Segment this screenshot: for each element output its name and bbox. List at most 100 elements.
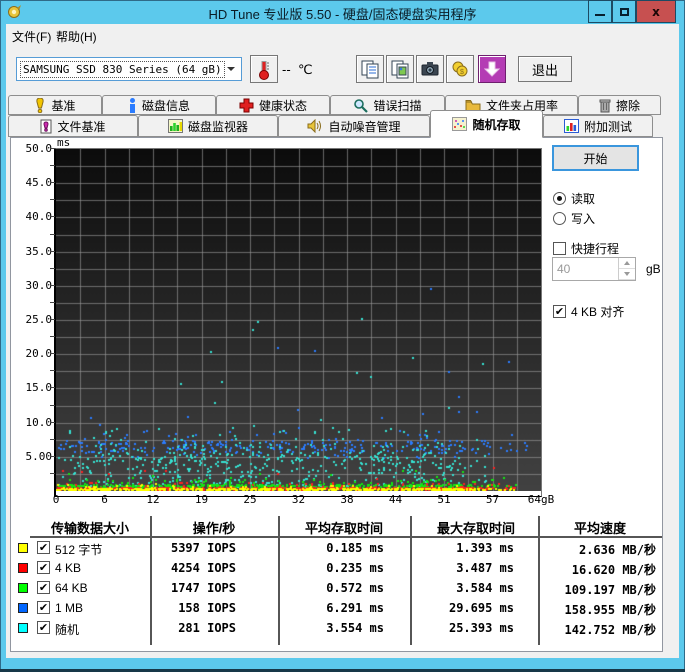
tab-health[interactable]: 健康状态 — [216, 95, 330, 115]
x-axis-tick-label: 0 — [34, 493, 78, 506]
y-axis-tick-label: 15.0 — [20, 381, 52, 394]
tab-error-scan[interactable]: 错误扫描 — [330, 95, 445, 115]
start-button[interactable]: 开始 — [552, 145, 639, 171]
cell-ops: 281 IOPS — [150, 621, 236, 635]
y-axis-tick — [50, 199, 55, 200]
tab-erase[interactable]: 擦除 — [578, 95, 661, 115]
short-stroke-checkbox[interactable]: 快捷行程 — [553, 240, 619, 257]
series-label: 64 KB — [55, 581, 88, 595]
cell-max-access: 25.393 ms — [410, 621, 514, 635]
read-radio-label: 读取 — [571, 190, 595, 207]
tab-file-benchmark[interactable]: 文件基准 — [8, 115, 138, 137]
series-checkbox[interactable]: ✔ — [37, 561, 50, 574]
y-axis-tick — [50, 439, 55, 440]
file-benchmark-icon — [40, 119, 52, 134]
cell-avg-speed: 109.197 MB/秒 — [538, 581, 656, 598]
tab-random-access[interactable]: 随机存取 — [430, 110, 543, 138]
y-axis-tick-label: 50.0 — [20, 142, 52, 155]
series-label: 4 KB — [55, 561, 81, 575]
tab-disk-monitor[interactable]: 磁盘监视器 — [138, 115, 278, 137]
cell-avg-access: 3.554 ms — [278, 621, 384, 635]
y-axis-tick — [50, 319, 55, 320]
table-header-0: 传输数据大小 — [30, 518, 150, 537]
align-4kb-label: 4 KB 对齐 — [571, 303, 624, 320]
chevron-down-icon — [624, 272, 630, 279]
menu-file[interactable]: 文件(F) — [12, 28, 51, 45]
maximize-button[interactable] — [612, 0, 636, 23]
series-label: 1 MB — [55, 601, 83, 615]
x-axis-tick-label: 44 — [374, 493, 418, 506]
read-radio[interactable]: 读取 — [553, 190, 595, 207]
y-axis-tick — [50, 370, 55, 371]
screenshot-button[interactable] — [416, 55, 444, 83]
series-checkbox[interactable]: ✔ — [37, 601, 50, 614]
tab-extra-tests[interactable]: 附加测试 — [543, 115, 653, 137]
cell-avg-access: 0.185 ms — [278, 541, 384, 555]
y-axis-tick — [50, 473, 55, 474]
y-axis-tick-label: 5.00 — [20, 450, 52, 463]
short-stroke-size-stepper[interactable] — [552, 257, 636, 281]
align-4kb-checkbox[interactable]: ✔ 4 KB 对齐 — [553, 303, 624, 320]
drive-selector-value: SAMSUNG SSD 830 Series (64 gB) — [21, 62, 224, 77]
purchase-button[interactable]: $ — [446, 55, 474, 83]
error-scan-icon — [353, 98, 368, 113]
tab-benchmark[interactable]: 基准 — [8, 95, 102, 115]
series-checkbox[interactable]: ✔ — [37, 541, 50, 554]
tab-label: 磁盘信息 — [142, 97, 190, 114]
chevron-up-icon — [624, 258, 630, 265]
minimize-button[interactable] — [588, 0, 612, 23]
tab-label: 自动噪音管理 — [328, 118, 400, 135]
titlebar: HD Tune 专业版 5.50 - 硬盘/固态硬盘实用程序 x — [0, 0, 685, 24]
radio-icon — [553, 212, 566, 225]
update-button[interactable] — [478, 55, 506, 83]
y-axis-tick — [50, 302, 55, 303]
y-axis-tick — [50, 165, 55, 166]
separator — [548, 233, 658, 234]
legend-swatch — [18, 623, 28, 633]
stepper-down-button[interactable] — [619, 269, 635, 280]
menu-help[interactable]: 帮助(H) — [56, 28, 97, 45]
table-header-1: 操作/秒 — [150, 518, 278, 537]
cell-avg-speed: 16.620 MB/秒 — [538, 561, 656, 578]
copy-text-button[interactable] — [356, 55, 384, 83]
copy-image-icon — [390, 59, 410, 79]
cell-max-access: 3.487 ms — [410, 561, 514, 575]
legend-swatch — [18, 603, 28, 613]
close-button[interactable]: x — [636, 0, 676, 23]
y-axis-tick — [50, 405, 55, 406]
tab-label: 擦除 — [616, 97, 640, 114]
temperature-button[interactable] — [250, 55, 278, 83]
disk-monitor-icon — [168, 119, 183, 133]
cell-max-access: 29.695 ms — [410, 601, 514, 615]
series-checkbox[interactable]: ✔ — [37, 581, 50, 594]
tab-aam[interactable]: 自动噪音管理 — [278, 115, 430, 137]
series-checkbox[interactable]: ✔ — [37, 621, 50, 634]
benchmark-icon — [34, 98, 46, 113]
x-axis-tick-label: 6 — [83, 493, 127, 506]
y-axis-tick — [50, 216, 55, 217]
svg-text:$: $ — [460, 69, 464, 76]
tab-label: 附加测试 — [584, 118, 632, 135]
cell-ops: 158 IOPS — [150, 601, 236, 615]
y-axis-tick-label: 45.0 — [20, 176, 52, 189]
window-title: HD Tune 专业版 5.50 - 硬盘/固态硬盘实用程序 — [0, 4, 685, 23]
y-axis-tick-label: 25.0 — [20, 313, 52, 326]
exit-button[interactable]: 退出 — [518, 56, 572, 82]
cell-ops: 4254 IOPS — [150, 561, 236, 575]
cell-avg-access: 6.291 ms — [278, 601, 384, 615]
write-radio[interactable]: 写入 — [553, 210, 595, 227]
x-axis-tick-label: 19 — [180, 493, 224, 506]
table-header-3: 最大存取时间 — [410, 518, 542, 537]
app-window: HD Tune 专业版 5.50 - 硬盘/固态硬盘实用程序 x 文件(F) 帮… — [0, 0, 685, 672]
tab-disk-info[interactable]: 磁盘信息 — [102, 95, 216, 115]
stepper-up-button[interactable] — [619, 258, 635, 269]
short-stroke-label: 快捷行程 — [571, 240, 619, 257]
tab-label: 磁盘监视器 — [188, 118, 248, 135]
series-label: 512 字节 — [55, 541, 102, 558]
short-stroke-size-input[interactable] — [553, 258, 617, 280]
drive-selector[interactable]: SAMSUNG SSD 830 Series (64 gB) — [16, 57, 242, 81]
legend-swatch — [18, 543, 28, 553]
y-axis-tick — [50, 353, 55, 354]
copy-image-button[interactable] — [386, 55, 414, 83]
x-axis-tick-label: 25 — [228, 493, 272, 506]
